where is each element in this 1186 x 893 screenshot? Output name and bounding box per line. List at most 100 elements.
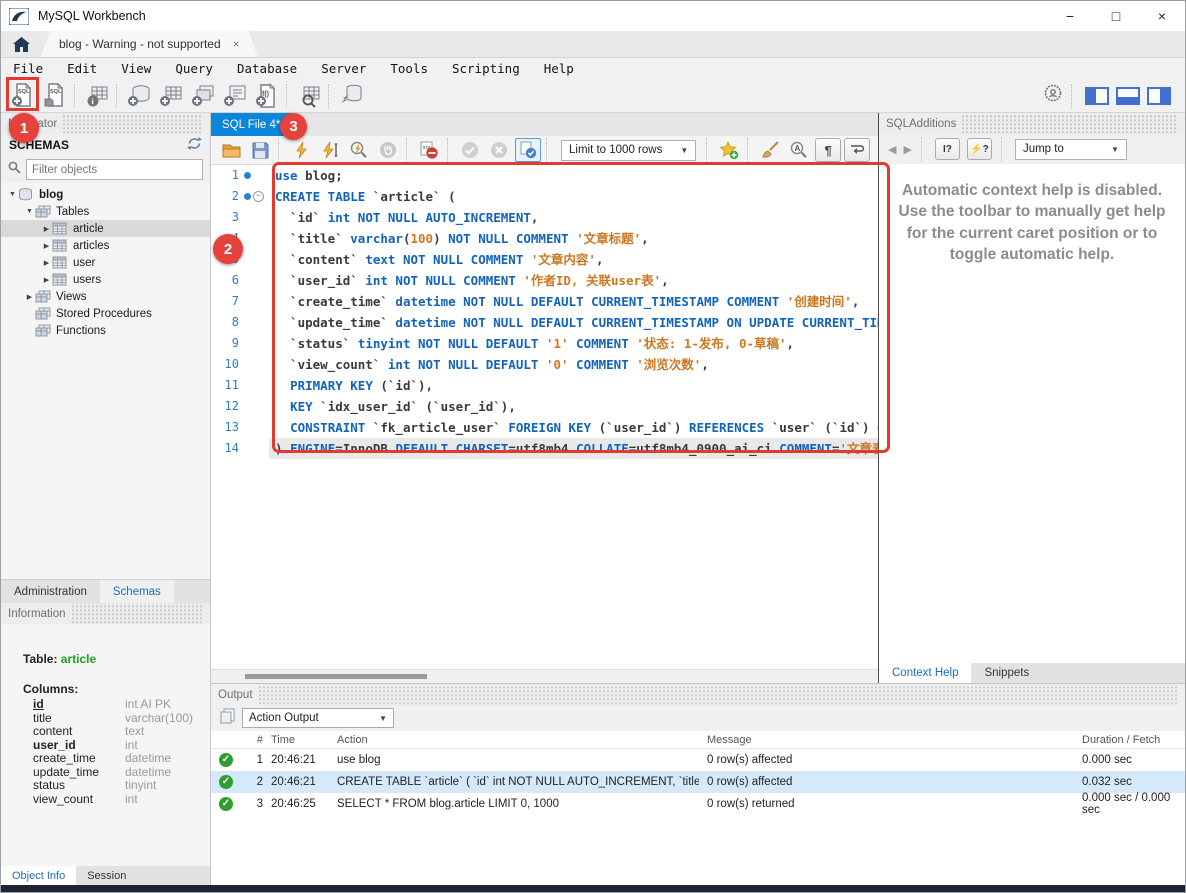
- output-view-dropdown[interactable]: Action Output ▼: [242, 708, 394, 728]
- scrollbar-thumb[interactable]: [245, 674, 427, 679]
- expand-arrow-icon[interactable]: ▶: [41, 276, 52, 284]
- tree-item-tables[interactable]: ▼Tables: [1, 203, 210, 220]
- refresh-schemas-icon[interactable]: [187, 137, 202, 153]
- new-sql-editor-icon[interactable]: SQL: [8, 81, 39, 111]
- toggle-secondary-sidebar-icon[interactable]: [1147, 87, 1171, 105]
- expand-arrow-icon[interactable]: ▶: [24, 293, 35, 301]
- collapse-arrow-icon[interactable]: ▼: [7, 191, 18, 198]
- beautify-icon[interactable]: [757, 138, 783, 162]
- expand-arrow-icon[interactable]: ▶: [41, 225, 52, 233]
- menu-bar: FileEditViewQueryDatabaseServerToolsScri…: [1, 58, 1185, 79]
- code-line[interactable]: 3 `id` int NOT NULL AUTO_INCREMENT,: [211, 207, 878, 228]
- open-sql-script-icon[interactable]: SQL: [40, 81, 71, 111]
- tree-item-article[interactable]: ▶article: [1, 220, 210, 237]
- tab-context-help[interactable]: Context Help: [879, 663, 971, 683]
- tab-session[interactable]: Session: [76, 866, 137, 885]
- stop-icon[interactable]: [375, 138, 401, 162]
- create-view-icon[interactable]: [188, 81, 219, 111]
- jump-to-dropdown[interactable]: Jump to ▼: [1015, 139, 1127, 160]
- horizontal-scrollbar[interactable]: [211, 669, 878, 683]
- autocommit-toggle-icon[interactable]: [515, 138, 541, 162]
- rollback-icon[interactable]: [486, 138, 512, 162]
- home-tab[interactable]: [1, 31, 41, 57]
- output-row[interactable]: ✓220:46:21CREATE TABLE `article` ( `id` …: [211, 771, 1185, 793]
- tab-administration[interactable]: Administration: [1, 580, 100, 603]
- code-line[interactable]: 2−CREATE TABLE `article` (: [211, 186, 878, 207]
- tree-item-views[interactable]: ▶Views: [1, 288, 210, 305]
- create-table-icon[interactable]: [156, 81, 187, 111]
- code-line[interactable]: 11 PRIMARY KEY (`id`),: [211, 375, 878, 396]
- back-arrow-icon[interactable]: ◀: [888, 143, 896, 156]
- output-row[interactable]: ✓120:46:21use blog0 row(s) affected0.000…: [211, 749, 1185, 771]
- tree-item-user[interactable]: ▶user: [1, 254, 210, 271]
- show-invisibles-icon[interactable]: ¶: [815, 138, 841, 162]
- minimize-button[interactable]: −: [1047, 1, 1093, 31]
- code-line[interactable]: 4 `title` varchar(100) NOT NULL COMMENT …: [211, 228, 878, 249]
- find-icon[interactable]: A: [786, 138, 812, 162]
- toggle-automatic-help-icon[interactable]: ⚡?: [967, 138, 992, 160]
- menu-item-server[interactable]: Server: [309, 61, 378, 76]
- maximize-button[interactable]: □: [1093, 1, 1139, 31]
- tree-item-blog[interactable]: ▼blog: [1, 186, 210, 203]
- context-help-caret-icon[interactable]: I?: [935, 138, 960, 160]
- menu-item-query[interactable]: Query: [163, 61, 225, 76]
- code-line[interactable]: 10 `view_count` int NOT NULL DEFAULT '0'…: [211, 354, 878, 375]
- copy-stack-icon[interactable]: [220, 708, 235, 729]
- commit-icon[interactable]: [457, 138, 483, 162]
- search-table-data-icon[interactable]: [294, 81, 325, 111]
- code-line[interactable]: 13 CONSTRAINT `fk_article_user` FOREIGN …: [211, 417, 878, 438]
- limit-rows-dropdown[interactable]: Limit to 1000 rows ▼: [561, 140, 696, 161]
- create-procedure-icon[interactable]: [220, 81, 251, 111]
- code-line[interactable]: 14) ENGINE=InnoDB DEFAULT CHARSET=utf8mb…: [211, 438, 878, 459]
- explain-icon[interactable]: [346, 138, 372, 162]
- menu-item-edit[interactable]: Edit: [55, 61, 109, 76]
- filter-objects-input[interactable]: [26, 159, 203, 180]
- toggle-sidebar-icon[interactable]: [1085, 87, 1109, 105]
- expand-arrow-icon[interactable]: ▶: [41, 242, 52, 250]
- mysql-workbench-window: MySQL Workbench − □ × blog - Warning - n…: [0, 0, 1186, 893]
- object-information: Table: article Columns: idint AI PKtitle…: [1, 624, 210, 866]
- stop-on-error-icon[interactable]: SQL: [416, 138, 442, 162]
- tree-item-stored-procedures[interactable]: Stored Procedures: [1, 305, 210, 322]
- tab-schemas[interactable]: Schemas: [100, 580, 174, 603]
- menu-item-help[interactable]: Help: [532, 61, 586, 76]
- code-line[interactable]: 1use blog;: [211, 165, 878, 186]
- connection-tab[interactable]: blog - Warning - not supported ×: [41, 31, 258, 57]
- menu-item-scripting[interactable]: Scripting: [440, 61, 532, 76]
- code-line[interactable]: 5 `content` text NOT NULL COMMENT '文章内容'…: [211, 249, 878, 270]
- table-inspector-icon[interactable]: i: [82, 81, 113, 111]
- notifications-icon[interactable]: [1044, 84, 1062, 107]
- tree-item-articles[interactable]: ▶articles: [1, 237, 210, 254]
- forward-arrow-icon[interactable]: ▶: [903, 143, 911, 156]
- create-function-icon[interactable]: f(): [252, 81, 283, 111]
- tree-item-users[interactable]: ▶users: [1, 271, 210, 288]
- sql-code-editor[interactable]: 1use blog;2−CREATE TABLE `article` (3 `i…: [211, 165, 878, 669]
- wrap-text-icon[interactable]: [844, 138, 870, 162]
- create-schema-icon[interactable]: [124, 81, 155, 111]
- output-row[interactable]: ✓320:46:25SELECT * FROM blog.article LIM…: [211, 793, 1185, 815]
- menu-item-database[interactable]: Database: [225, 61, 309, 76]
- save-icon[interactable]: [247, 138, 273, 162]
- tab-snippets[interactable]: Snippets: [971, 663, 1042, 683]
- close-button[interactable]: ×: [1139, 1, 1185, 31]
- execute-icon[interactable]: [288, 138, 314, 162]
- menu-item-file[interactable]: File: [1, 61, 55, 76]
- toggle-output-panel-icon[interactable]: [1116, 87, 1140, 105]
- collapse-arrow-icon[interactable]: ▼: [24, 208, 35, 215]
- code-line[interactable]: 12 KEY `idx_user_id` (`user_id`),: [211, 396, 878, 417]
- menu-item-tools[interactable]: Tools: [378, 61, 440, 76]
- menu-item-view[interactable]: View: [109, 61, 163, 76]
- save-snippet-icon[interactable]: [716, 138, 742, 162]
- code-line[interactable]: 9 `status` tinyint NOT NULL DEFAULT '1' …: [211, 333, 878, 354]
- connection-tab-close-icon[interactable]: ×: [233, 37, 240, 51]
- execute-current-icon[interactable]: [317, 138, 343, 162]
- sql-additions-tabs: Context Help Snippets: [879, 663, 1185, 683]
- reconnect-server-icon[interactable]: [336, 81, 367, 111]
- tab-object-info[interactable]: Object Info: [1, 866, 76, 885]
- expand-arrow-icon[interactable]: ▶: [41, 259, 52, 267]
- code-line[interactable]: 7 `create_time` datetime NOT NULL DEFAUL…: [211, 291, 878, 312]
- open-file-icon[interactable]: [218, 138, 244, 162]
- code-line[interactable]: 6 `user_id` int NOT NULL COMMENT '作者ID, …: [211, 270, 878, 291]
- code-line[interactable]: 8 `update_time` datetime NOT NULL DEFAUL…: [211, 312, 878, 333]
- tree-item-functions[interactable]: Functions: [1, 322, 210, 339]
